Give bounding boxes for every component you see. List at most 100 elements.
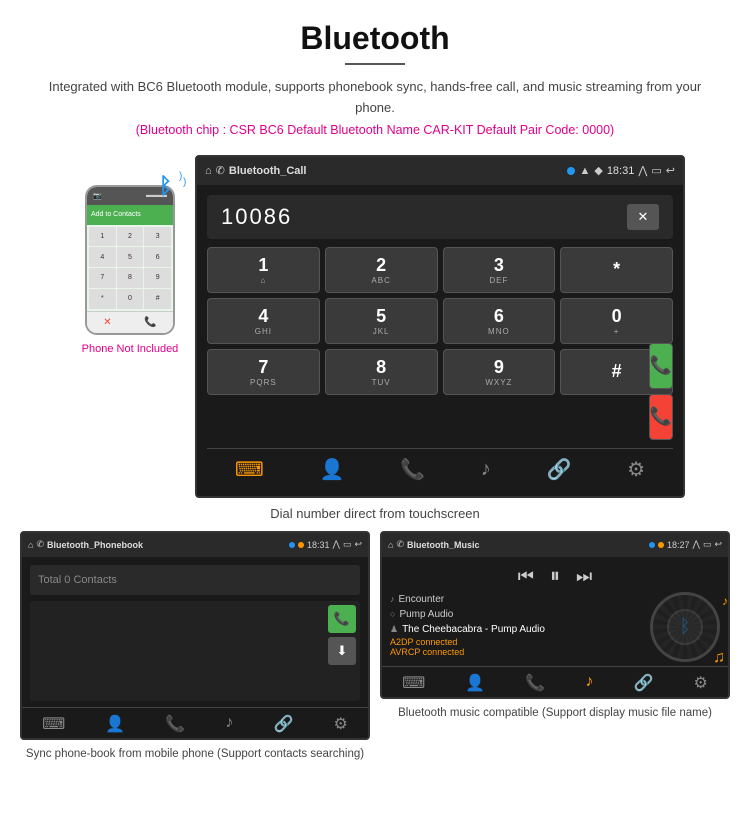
car-statusbar-left: ⌂ ✆ Bluetooth_Call (205, 164, 561, 177)
phone-screen: Add to Contacts 1 2 3 4 5 6 7 8 9 * 0 (87, 205, 173, 333)
key-2[interactable]: 2ABC (325, 247, 438, 293)
circle-icon: ○ (390, 609, 395, 619)
pb-nav-link[interactable]: 🔗 (274, 714, 294, 734)
dialpad-display: 10086 ✕ (207, 195, 673, 239)
music-nav-music[interactable]: ♪ (585, 673, 593, 693)
phone-key: 8 (117, 268, 144, 288)
pb-nav-music[interactable]: ♪ (225, 714, 233, 734)
music-note-deco-1: ♫ (713, 649, 725, 667)
pb-window-icon: ▭ (343, 539, 352, 550)
key-0-plus[interactable]: 0+ (560, 298, 673, 344)
key-4[interactable]: 4GHI (207, 298, 320, 344)
music-time: 18:27 (667, 540, 690, 550)
music-window-icon: ▭ (703, 539, 712, 550)
music-caption-text: Bluetooth music compatible (Support disp… (398, 707, 712, 719)
key-5[interactable]: 5JKL (325, 298, 438, 344)
key-6[interactable]: 6MNO (443, 298, 556, 344)
music-bottom-nav: ⌨ 👤 📞 ♪ 🔗 ⚙ (382, 666, 728, 697)
phone-key: 2 (117, 227, 144, 247)
music-block: ⌂ ✆ Bluetooth_Music 18:27 ⋀ ▭ ↩ ⏮ ⏸ ⏭ (380, 531, 730, 763)
pb-download-button[interactable]: ⬇ (328, 637, 356, 665)
music-caption: Bluetooth music compatible (Support disp… (398, 705, 712, 722)
key-9[interactable]: 9WXYZ (443, 349, 556, 395)
pb-bottom-nav: ⌨ 👤 📞 ♪ 🔗 ⚙ (22, 707, 368, 738)
vinyl-disc: ᛒ (650, 592, 720, 662)
home-icon: ⌂ (205, 165, 212, 177)
track-3-name: The Cheebacabra - Pump Audio (402, 624, 545, 635)
dialpad-nav-keypad[interactable]: ⌨ (235, 457, 264, 482)
track-3: ♟ The Cheebacabra - Pump Audio (390, 622, 642, 637)
page-subtitle: Integrated with BC6 Bluetooth module, su… (40, 77, 710, 119)
main-screenshot-section: 📷 ▬▬▬ Add to Contacts 1 2 3 4 5 6 7 (0, 155, 750, 498)
phone-key: 9 (144, 268, 171, 288)
pb-search-bar: Total 0 Contacts (30, 565, 360, 595)
track-1: ♪ Encounter (390, 592, 642, 607)
track-2-name: Pump Audio (399, 609, 453, 620)
pb-contact-list: 📞 ⬇ (30, 601, 360, 701)
pb-nav-keypad[interactable]: ⌨ (42, 714, 65, 734)
phone-key: 7 (89, 268, 116, 288)
pause-button[interactable]: ⏸ (550, 565, 560, 588)
music-nav-link[interactable]: 🔗 (634, 673, 654, 693)
screen-title: Bluetooth_Call (229, 165, 307, 177)
phone-label: Phone Not Included (82, 343, 179, 355)
dialpad-nav-settings[interactable]: ⚙ (627, 457, 645, 482)
track-2: ○ Pump Audio (390, 607, 642, 622)
key-7[interactable]: 7PQRS (207, 349, 320, 395)
dialpad-nav-contacts[interactable]: 👤 (319, 457, 344, 482)
music-track-list: ♪ Encounter ○ Pump Audio ♟ The Cheebacab… (390, 592, 642, 657)
music-nav-keypad[interactable]: ⌨ (402, 673, 425, 693)
pb-nav-recent[interactable]: 📞 (165, 714, 185, 734)
pb-bt-dot (289, 542, 295, 548)
music-statusbar: ⌂ ✆ Bluetooth_Music 18:27 ⋀ ▭ ↩ (382, 533, 728, 557)
music-nav-recent[interactable]: 📞 (525, 673, 545, 693)
dialpad-nav-recent[interactable]: 📞 (400, 457, 425, 482)
page-header: Bluetooth Integrated with BC6 Bluetooth … (0, 0, 750, 155)
music-note-icon: ♪ (390, 594, 395, 604)
phone-key: 1 (89, 227, 116, 247)
phonebook-caption: Sync phone-book from mobile phone (Suppo… (26, 746, 364, 763)
pb-phone-icon: ✆ (36, 539, 44, 550)
prev-button[interactable]: ⏮ (518, 566, 534, 587)
expand-icon: ⋀ (638, 164, 647, 177)
back-icon: ↩ (666, 164, 675, 177)
pb-home-icon: ⌂ (28, 540, 33, 550)
end-call-button[interactable]: 📞 (649, 394, 673, 440)
phone-icon: ✆ (216, 164, 225, 177)
music-expand-icon: ⋀ (693, 539, 700, 550)
music-nav-contacts[interactable]: 👤 (465, 673, 485, 693)
dialpad-nav-music[interactable]: ♪ (481, 458, 491, 481)
pb-contact-count: Total 0 Contacts (38, 574, 117, 586)
pb-back-icon: ↩ (354, 539, 362, 550)
phone-key: 4 (89, 247, 116, 267)
key-3[interactable]: 3DEF (443, 247, 556, 293)
next-button[interactable]: ⏭ (576, 566, 592, 587)
music-info-row: ♪ Encounter ○ Pump Audio ♟ The Cheebacab… (382, 592, 728, 666)
car-main-screen: ⌂ ✆ Bluetooth_Call ▲ ◆ 18:31 ⋀ ▭ ↩ 10086… (195, 155, 685, 498)
phone-key: 0 (117, 289, 144, 309)
pb-statusbar: ⌂ ✆ Bluetooth_Phonebook 18:31 ⋀ ▭ ↩ (22, 533, 368, 557)
pb-statusbar-left: ⌂ ✆ Bluetooth_Phonebook (28, 539, 285, 550)
music-screen-title: Bluetooth_Music (407, 540, 480, 550)
call-button[interactable]: 📞 (649, 343, 673, 389)
backspace-button[interactable]: ✕ (627, 204, 659, 230)
music-statusbar-right: 18:27 ⋀ ▭ ↩ (649, 539, 722, 550)
key-1[interactable]: 1⌂ (207, 247, 320, 293)
pb-call-button[interactable]: 📞 (328, 605, 356, 633)
bottom-screenshots: ⌂ ✆ Bluetooth_Phonebook 18:31 ⋀ ▭ ↩ Tota… (0, 531, 750, 763)
music-screen: ⌂ ✆ Bluetooth_Music 18:27 ⋀ ▭ ↩ ⏮ ⏸ ⏭ (380, 531, 730, 699)
music-note-deco-2: ♪ (722, 594, 728, 608)
phone-bottom-bar: ✕ 📞 (87, 311, 173, 333)
svg-text:): ) (179, 171, 182, 182)
music-bt-dot (649, 542, 655, 548)
wifi-icon: ◆ (594, 164, 602, 177)
key-star[interactable]: * (560, 247, 673, 293)
music-nav-settings[interactable]: ⚙ (694, 673, 708, 693)
pb-nav-contacts[interactable]: 👤 (105, 714, 125, 734)
main-caption: Dial number direct from touchscreen (0, 506, 750, 521)
key-8[interactable]: 8TUV (325, 349, 438, 395)
pb-nav-settings[interactable]: ⚙ (334, 714, 348, 734)
dialpad-nav-link[interactable]: 🔗 (546, 457, 571, 482)
user-icon: ♟ (390, 624, 398, 635)
phone-key: 3 (144, 227, 171, 247)
